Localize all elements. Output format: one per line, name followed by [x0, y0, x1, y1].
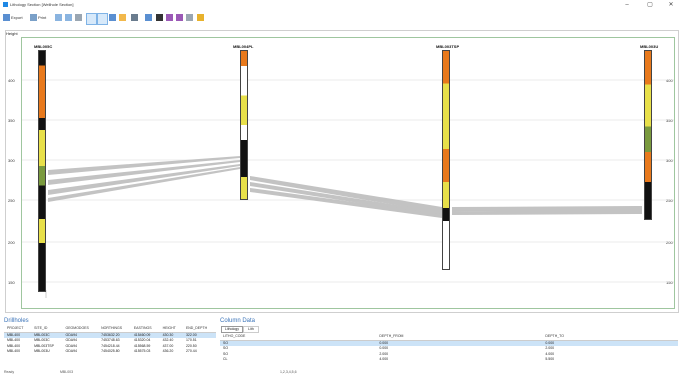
well-label-mbl005c: MBL005C [34, 44, 53, 49]
status-text: Ready [4, 370, 15, 374]
well-strip-mbl003u[interactable] [644, 50, 652, 220]
well-label-mbl004pl: MBL004PL [233, 44, 254, 49]
table-row[interactable]: CL 4.000 5.500 [220, 357, 678, 363]
drillholes-title: Drillholes [4, 318, 29, 324]
table-row[interactable]: MBL400 MBL003U GDA94 7454025.80 415575.03 436… [4, 349, 216, 355]
column-data-table: LITHO_CODE DEPTH_FROM DEPTH_TO SO 0.000 0.… [220, 334, 678, 363]
well-label-mbl003u: MBL003U [640, 44, 659, 49]
tab-lith[interactable]: Lith [243, 326, 259, 333]
tab-lithology[interactable]: Lithology [221, 326, 243, 333]
column-data-title: Column Data [220, 318, 256, 324]
well-strip-mbl004pl[interactable] [240, 50, 248, 200]
well-label-mbl003tsp: MBL003TSP [436, 44, 460, 49]
drillholes-table: PROJECT SITE_ID GEOMODOES NORTHINGS EAST… [4, 326, 216, 355]
well-strip-mbl003tsp[interactable] [442, 50, 450, 270]
status-text: 1,2,3,4,5,6 [280, 370, 297, 374]
section-overlay [22, 79, 674, 298]
well-strip-mbl005c[interactable] [38, 50, 46, 292]
status-text: MBL003 [60, 370, 74, 374]
